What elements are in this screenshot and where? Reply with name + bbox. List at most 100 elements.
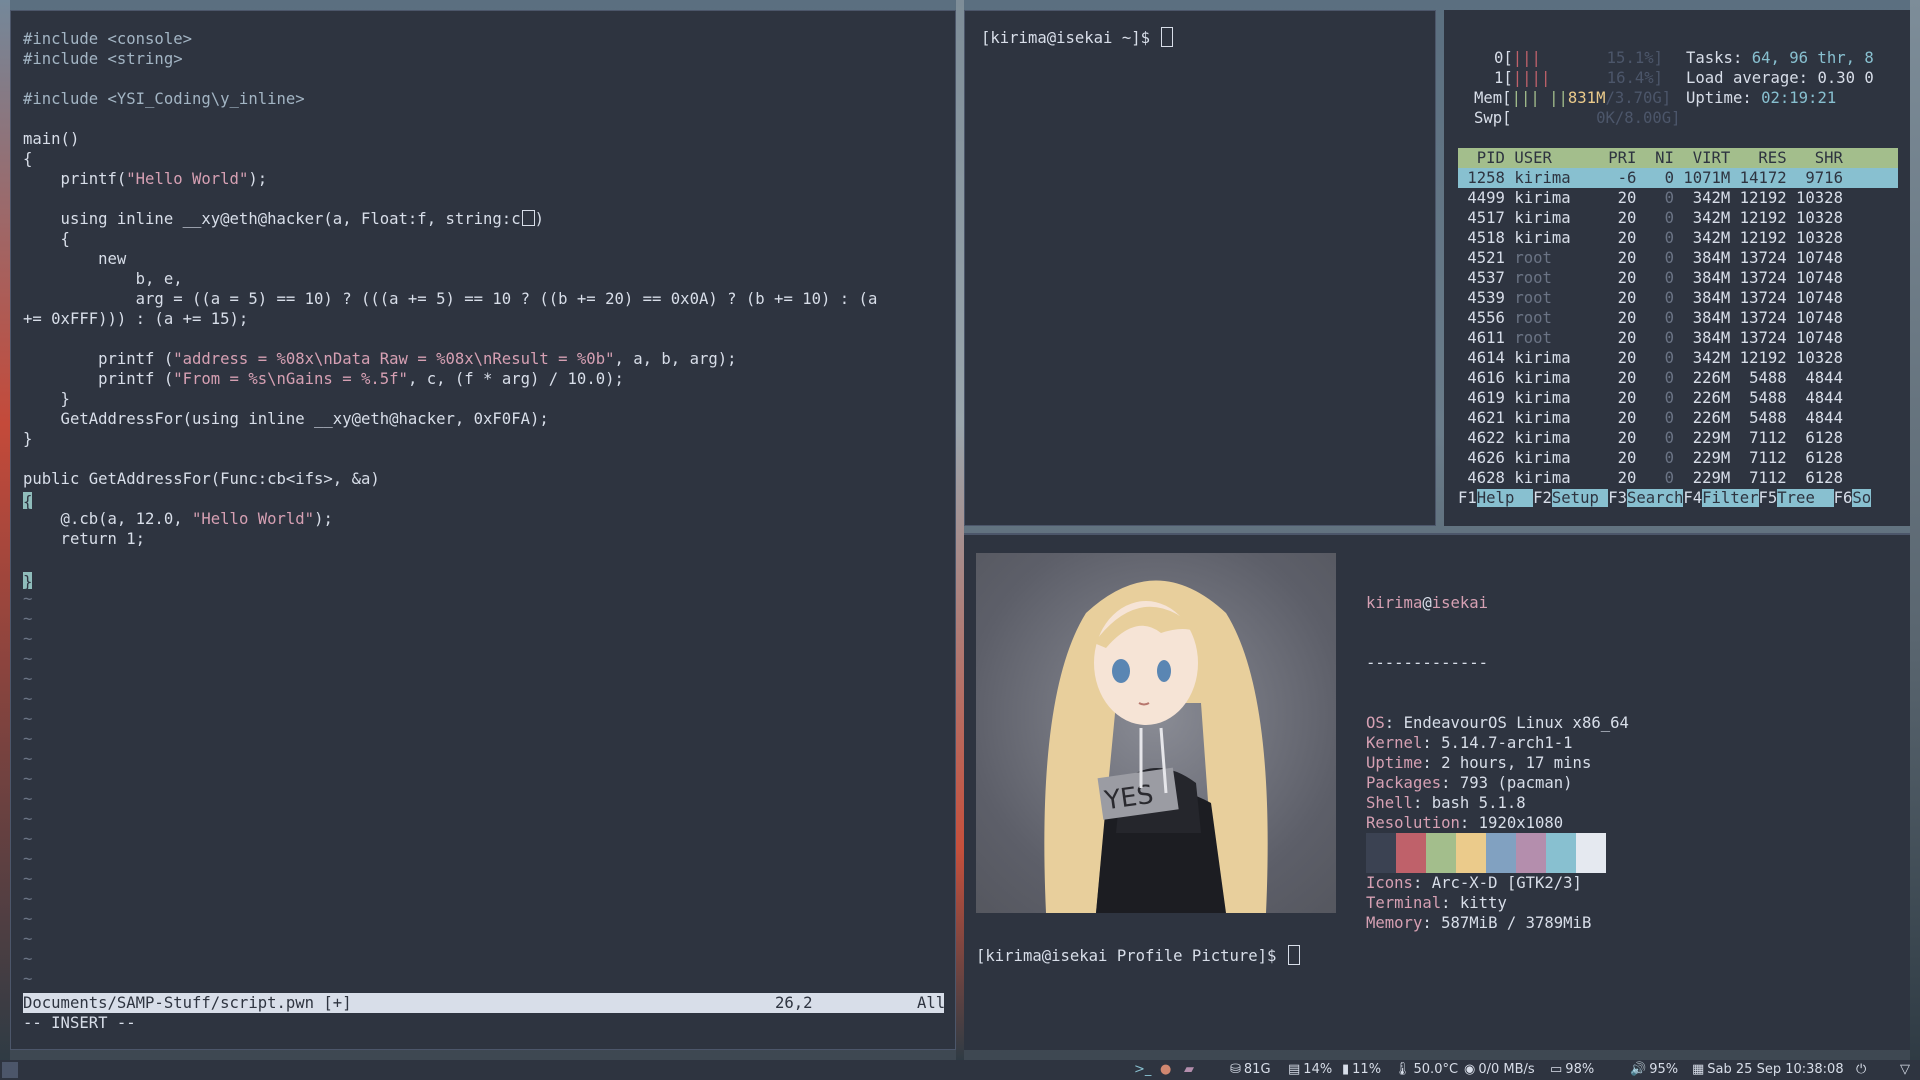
htop-window[interactable]: 0[||| 15.1%] 1[|||| 16.4%] Mem[||| ||831…: [1444, 10, 1910, 526]
code-text: main(): [23, 130, 80, 148]
process-row[interactable]: 4628 kirima 20 0 229M 7112 6128: [1458, 468, 1898, 488]
preprocessor: #include <console>: [23, 30, 192, 48]
memory-icon: ▮: [1342, 1062, 1350, 1077]
function-key[interactable]: F5: [1759, 489, 1778, 507]
code-line: {: [23, 489, 877, 511]
empty-line-tilde: ~: [23, 930, 33, 948]
color-swatch: [1366, 833, 1396, 873]
process-row[interactable]: 4556 root 20 0 384M 13724 10748: [1458, 308, 1898, 328]
code-text: printf (: [23, 370, 174, 388]
process-row[interactable]: 4517 kirima 20 0 342M 12192 10328: [1458, 208, 1898, 228]
empty-line-tilde: ~: [23, 850, 33, 868]
shell-terminal-window[interactable]: [kirima@isekai ~]$: [964, 10, 1436, 526]
code-line: #include <console>: [23, 29, 877, 49]
code-line: {: [23, 229, 877, 249]
process-row[interactable]: 4518 kirima 20 0 342M 12192 10328: [1458, 228, 1898, 248]
function-key-label[interactable]: Search: [1627, 489, 1684, 507]
empty-line-tilde: ~: [23, 730, 33, 748]
process-row[interactable]: 4499 kirima 20 0 342M 12192 10328: [1458, 188, 1898, 208]
neofetch-prompt-line[interactable]: [kirima@isekai Profile Picture]$: [976, 945, 1300, 966]
code-line: GetAddressFor(using inline __xy@eth@hack…: [23, 409, 877, 429]
empty-line-tilde: ~: [23, 690, 33, 708]
uptime-info: Uptime: 02:19:21: [1686, 89, 1837, 107]
profile-picture: YES: [976, 553, 1336, 913]
empty-line-tilde: ~: [23, 970, 33, 988]
code-buffer[interactable]: #include <console> #include <string> #incl…: [23, 29, 877, 1009]
string-literal: "Hello World": [192, 510, 315, 528]
function-key[interactable]: F1: [1458, 489, 1477, 507]
color-swatch: [1456, 833, 1486, 873]
neofetch-info: kirima@isekai ------------- OS: Endeavou…: [1366, 594, 1629, 932]
code-line: @.cb(a, 12.0, "Hello World");: [23, 509, 877, 529]
function-key-label[interactable]: Setup: [1551, 489, 1609, 507]
code-line: arg = ((a = 5) == 10) ? (((a += 5) == 10…: [23, 289, 878, 309]
code-text: {: [23, 230, 70, 248]
process-row[interactable]: 4611 root 20 0 384M 13724 10748: [1458, 328, 1898, 348]
color-swatch: [1396, 833, 1426, 873]
cpu1-meter: 1[|||| 16.4%]: [1494, 69, 1664, 87]
process-table-header[interactable]: PID USER PRI NI VIRT RES SHR: [1458, 148, 1898, 168]
sysinfo-field: Shell: bash 5.1.8: [1366, 794, 1526, 812]
code-text: , a, b, arg);: [614, 350, 737, 368]
function-key[interactable]: F2: [1533, 489, 1552, 507]
workspace-terminal-icon[interactable]: [2, 1062, 18, 1078]
sysinfo-field: Memory: 587MiB / 3789MiB: [1366, 914, 1592, 932]
sysinfo-field: Packages: 793 (pacman): [1366, 774, 1573, 792]
cpu-icon: ▤: [1288, 1062, 1301, 1077]
process-row[interactable]: 4622 kirima 20 0 229M 7112 6128: [1458, 428, 1898, 448]
code-text: @.cb(a, 12.0,: [23, 510, 192, 528]
process-row[interactable]: 4614 kirima 20 0 342M 12192 10328: [1458, 348, 1898, 368]
code-text: += 0xFFF))) : (a += 15);: [23, 310, 249, 328]
network-status: ◉ 0/0 MB/s: [1464, 1062, 1535, 1077]
cpu0-meter: 0[||| 15.1%]: [1494, 49, 1664, 67]
function-key-label[interactable]: Help: [1476, 489, 1534, 507]
function-key[interactable]: F3: [1608, 489, 1627, 507]
empty-line-tilde: ~: [23, 790, 33, 808]
empty-line-tilde: ~: [23, 670, 33, 688]
code-line: #include <string>: [23, 49, 877, 69]
vim-editor-window[interactable]: #include <console> #include <string> #incl…: [10, 10, 956, 1050]
process-row[interactable]: 4619 kirima 20 0 226M 5488 4844: [1458, 388, 1898, 408]
terminal-cursor: [1161, 27, 1174, 47]
code-line: return 1;: [23, 529, 877, 549]
temperature-status: 🌡 50.0°C: [1394, 1062, 1459, 1077]
anime-girl-illustration: YES: [1044, 580, 1268, 913]
power-icon[interactable]: ⏻: [1856, 1062, 1866, 1078]
code-line: }: [23, 389, 877, 409]
process-row[interactable]: 1258 kirima -6 0 1071M 14172 9716: [1458, 168, 1898, 188]
htop-function-keys[interactable]: F1Help F2Setup F3SearchF4FilterF5Tree F6…: [1458, 488, 1898, 508]
function-key-label[interactable]: Tree: [1777, 489, 1834, 507]
code-text: ): [534, 210, 544, 228]
function-key-label[interactable]: Filter: [1702, 489, 1759, 507]
process-row[interactable]: 4521 root 20 0 384M 13724 10748: [1458, 248, 1898, 268]
battery-status: ▭ 98%: [1550, 1062, 1595, 1077]
firefox-icon[interactable]: ●: [1160, 1062, 1171, 1078]
process-row[interactable]: 4626 kirima 20 0 229M 7112 6128: [1458, 448, 1898, 468]
volume-status[interactable]: 🔊 95%: [1630, 1062, 1678, 1078]
process-row[interactable]: 4537 root 20 0 384M 13724 10748: [1458, 268, 1898, 288]
shell-prompt: [kirima@isekai ~]$: [981, 29, 1160, 47]
load-info: Load average: 0.30 0: [1686, 69, 1874, 87]
code-line: += 0xFFF))) : (a += 15);: [23, 309, 877, 329]
memory-status: ▮ 11%: [1342, 1062, 1382, 1077]
function-key-label[interactable]: So: [1852, 489, 1872, 507]
notification-icon[interactable]: ▽: [1900, 1062, 1910, 1078]
code-line: b, e,: [23, 269, 877, 289]
color-swatch: [1576, 833, 1606, 873]
process-row[interactable]: 4616 kirima 20 0 226M 5488 4844: [1458, 368, 1898, 388]
function-key[interactable]: F6: [1834, 489, 1853, 507]
cursor-highlight: {: [23, 492, 33, 511]
function-key[interactable]: F4: [1683, 489, 1702, 507]
process-row[interactable]: 4539 root 20 0 384M 13724 10748: [1458, 288, 1898, 308]
empty-line-tilde: ~: [23, 870, 33, 888]
neofetch-prompt: [kirima@isekai Profile Picture]$: [976, 947, 1286, 965]
code-line: main(): [23, 129, 877, 149]
empty-line-tilde: ~: [23, 770, 33, 788]
string-literal: "address = %08x\nData Raw = %08x\nResult…: [173, 350, 615, 368]
folder-icon[interactable]: ▰: [1184, 1062, 1194, 1078]
process-row[interactable]: 4621 kirima 20 0 226M 5488 4844: [1458, 408, 1898, 428]
shell-prompt-line[interactable]: [kirima@isekai ~]$: [981, 27, 1174, 48]
neofetch-terminal-window[interactable]: YES kirima@isekai ------------- OS: Ende…: [964, 533, 1910, 1050]
i3-status-bar: >_ ● ▰ ⛁ 81G ▤ 14% ▮ 11% 🌡 50.0°C ◉ 0/0 MB/s …: [0, 1060, 1920, 1080]
